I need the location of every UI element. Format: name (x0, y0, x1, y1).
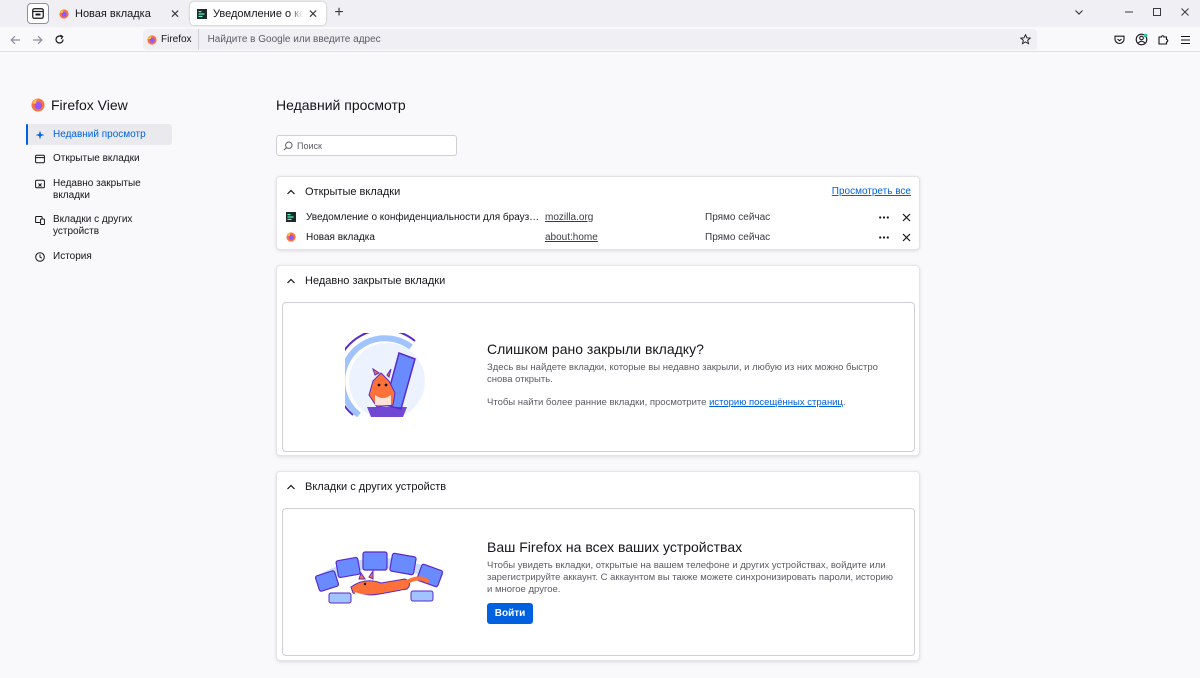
devices-illustration (315, 551, 444, 604)
open-tabs-header[interactable]: Открытые вкладки (286, 186, 400, 198)
close-tab-icon[interactable] (900, 231, 912, 243)
card-heading: Открытые вкладки (305, 186, 401, 198)
tab-label: Новая вкладка (75, 7, 151, 20)
row-url: about:home (545, 231, 598, 243)
empty-state-text: Слишком рано закрыли вкладку? Здесь вы н… (487, 341, 897, 409)
close-tab-icon[interactable]: ✕ (307, 7, 319, 21)
view-all-link[interactable]: Просмотреть все (832, 186, 911, 197)
mozilla-icon (197, 8, 207, 19)
empty-state-title: Слишком рано закрыли вкладку? (487, 341, 704, 357)
row-time: Прямо сейчас (705, 211, 771, 223)
other-devices-header[interactable]: Вкладки с других устройств (286, 481, 446, 493)
firefox-icon (286, 232, 296, 242)
history-hint: Чтобы найти более ранние вкладки, просмо… (487, 397, 897, 409)
row-title: Уведомление о конфиденциальности для бра… (306, 211, 542, 223)
identity-label: Firefox (161, 34, 192, 45)
bookmark-star-icon[interactable] (1016, 31, 1034, 49)
empty-state-title: Ваш Firefox на всех ваших устройствах (487, 539, 743, 555)
extensions-icon[interactable] (1155, 31, 1172, 48)
mozilla-icon (286, 212, 296, 222)
table-row[interactable]: Новая вкладка about:home Прямо сейчас (286, 229, 912, 245)
sidebar-item-label: Недавно закрытые вкладки (53, 178, 141, 201)
recently-closed-header[interactable]: Недавно закрытые вкладки (286, 275, 445, 287)
row-url: mozilla.org (545, 211, 594, 223)
sidebar-item-recent-browsing[interactable]: Недавний просмотр (26, 124, 172, 145)
tabs-icon (35, 154, 45, 164)
history-hint-suffix: . (842, 397, 846, 408)
firefox-icon (59, 8, 69, 19)
sparkle-icon (35, 130, 45, 140)
card-heading: Недавно закрытые вкладки (305, 275, 446, 287)
search-icon (283, 140, 293, 151)
firefox-view-brand: Firefox View (31, 97, 128, 113)
account-icon[interactable] (1133, 31, 1150, 48)
sidebar-item-open-tabs[interactable]: Открытые вкладки (26, 153, 172, 167)
identity-box[interactable]: Firefox (143, 29, 199, 50)
new-tab-button[interactable]: + (331, 5, 347, 21)
minimize-icon[interactable] (1121, 5, 1137, 21)
sidebar-item-other-devices[interactable]: Вкладки с других устройств (26, 214, 172, 240)
address-bar[interactable]: Firefox (143, 29, 1037, 50)
sidebar-item-history[interactable]: История (26, 251, 172, 265)
close-tab-icon[interactable] (900, 211, 912, 223)
firefox-logo-icon (31, 98, 45, 112)
closed-tab-icon (35, 179, 45, 189)
chevron-up-icon (287, 484, 295, 490)
sidebar-item-label: Недавний просмотр (53, 129, 146, 140)
sidebar-item-label: Открытые вкладки (53, 153, 140, 164)
maximize-icon[interactable] (1149, 5, 1165, 21)
forward-icon[interactable] (28, 31, 46, 48)
firefox-view-icon (32, 8, 44, 19)
sidebar-item-recently-closed[interactable]: Недавно закрытые вкладки (26, 178, 172, 204)
page-title: Недавний просмотр (276, 97, 406, 113)
more-options-icon[interactable] (878, 231, 890, 243)
close-window-icon[interactable] (1177, 5, 1193, 21)
empty-state: Ваш Firefox на всех ваших устройствах Чт… (282, 508, 915, 656)
sidebar-item-label: История (53, 251, 92, 262)
history-link[interactable]: историю посещённых страниц (709, 397, 843, 408)
tab-label: Уведомление о конфиденциальности для бра… (213, 7, 303, 20)
row-title: Новая вкладка (306, 231, 375, 243)
chevron-up-icon (287, 278, 295, 284)
empty-state-description: Здесь вы найдете вкладки, которые вы нед… (487, 362, 878, 385)
devices-icon (35, 216, 45, 225)
search-input[interactable] (297, 140, 447, 151)
empty-state-description: Чтобы увидеть вкладки, открытые на вашем… (487, 560, 894, 595)
firefox-view-button[interactable] (27, 3, 49, 24)
tab-new-tab[interactable]: Новая вкладка ✕ (52, 2, 188, 25)
chevron-up-icon (287, 189, 295, 195)
reload-icon[interactable] (50, 31, 68, 48)
empty-state-text: Ваш Firefox на всех ваших устройствах Чт… (487, 539, 897, 596)
open-tabs-card: Открытые вкладки Просмотреть все Уведомл… (276, 176, 920, 250)
more-options-icon[interactable] (878, 211, 890, 223)
table-row[interactable]: Уведомление о конфиденциальности для бра… (286, 209, 912, 225)
sidebar-item-label: Вкладки с других устройств (53, 214, 133, 237)
other-devices-card: Вкладки с других устройств Ваш Firefox н… (276, 471, 920, 661)
tab-privacy-notice[interactable]: Уведомление о конфиденциальности для бра… (190, 2, 326, 25)
url-input[interactable] (207, 34, 1016, 45)
empty-state: Слишком рано закрыли вкладку? Здесь вы н… (282, 302, 915, 452)
list-all-tabs-icon[interactable] (1071, 5, 1087, 21)
recently-closed-card: Недавно закрытые вкладки Слишком рано за… (276, 265, 920, 456)
menu-icon[interactable] (1177, 31, 1194, 48)
navigation-toolbar: Firefox (0, 27, 1200, 52)
firefox-icon (147, 34, 157, 45)
tab-strip: Новая вкладка ✕ Уведомление о конфиденци… (0, 0, 1200, 27)
closed-tab-illustration (345, 333, 425, 417)
close-tab-icon[interactable]: ✕ (169, 7, 181, 21)
card-heading: Вкладки с других устройств (305, 481, 447, 493)
pocket-icon[interactable] (1111, 31, 1128, 48)
history-hint-prefix: Чтобы найти более ранние вкладки, просмо… (487, 397, 710, 408)
back-icon[interactable] (6, 31, 24, 48)
sign-in-button[interactable]: Войти (487, 603, 533, 624)
search-box[interactable] (276, 135, 457, 156)
history-icon (35, 252, 45, 262)
row-time: Прямо сейчас (705, 231, 771, 243)
sidebar-title: Firefox View (51, 97, 128, 113)
